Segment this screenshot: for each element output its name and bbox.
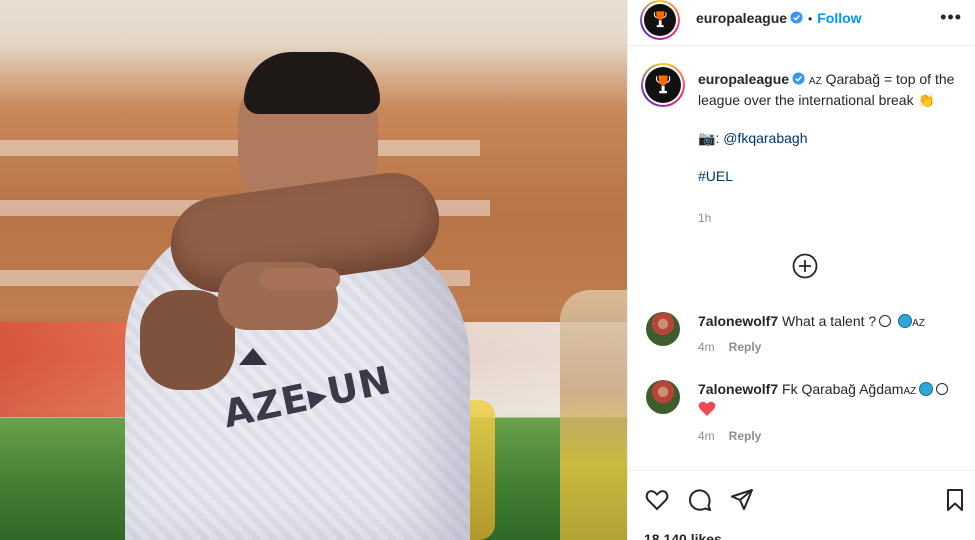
- kit-brand-logo: [239, 348, 267, 365]
- instagram-post-view: AZE▸UN europaleague • Follow ••• europal…: [0, 0, 975, 540]
- bookmark-icon[interactable]: [942, 487, 968, 513]
- hashtag-link[interactable]: #UEL: [698, 168, 733, 184]
- paper-plane-icon[interactable]: [729, 487, 755, 513]
- caption-hashtags: #UEL: [698, 167, 960, 186]
- likes-count[interactable]: 18,140 likes: [644, 531, 722, 540]
- white-circle-emoji: [936, 383, 949, 395]
- post-timestamp[interactable]: 1h: [698, 211, 711, 225]
- verified-badge-icon: [792, 72, 805, 85]
- commenter-avatar[interactable]: [646, 380, 680, 414]
- flag-az: AZ: [808, 76, 822, 87]
- reply-button[interactable]: Reply: [729, 340, 762, 354]
- flag-az: AZ: [903, 386, 917, 397]
- red-heart-emoji: [698, 401, 716, 416]
- pointing-finger: [260, 268, 340, 290]
- post-header: europaleague • Follow •••: [628, 0, 975, 46]
- comment-text: Fk Qarabağ Ağdam: [782, 381, 904, 397]
- blue-circle-emoji: [898, 314, 913, 328]
- comment-username[interactable]: 7alonewolf7: [698, 381, 778, 397]
- post-sidebar: europaleague • Follow ••• europaleague AZ …: [627, 0, 975, 540]
- caption-avatar[interactable]: [641, 63, 685, 107]
- more-options-icon[interactable]: •••: [940, 8, 962, 26]
- player-hair: [244, 52, 380, 114]
- heart-icon[interactable]: [644, 487, 670, 513]
- account-avatar[interactable]: [640, 0, 680, 40]
- separator-dot: •: [808, 12, 813, 26]
- post-photo[interactable]: AZE▸UN: [0, 0, 627, 540]
- photo-credit-mention[interactable]: @fkqarabagh: [723, 130, 807, 146]
- caption-username[interactable]: europaleague: [698, 71, 789, 87]
- comment-text: What a talent ?: [782, 313, 877, 329]
- commenter-avatar[interactable]: [646, 312, 680, 346]
- post-actions-bar: 18,140 likes: [628, 470, 975, 540]
- camera-icon: 📷: [698, 130, 716, 146]
- photo-credit: 📷: @fkqarabagh: [698, 129, 960, 148]
- comment-icon[interactable]: [687, 487, 713, 513]
- comment-time[interactable]: 4m: [698, 340, 715, 354]
- clapping-hands-emoji: 👏: [917, 92, 935, 108]
- comment-body: 7alonewolf7 What a talent ? AZ: [698, 312, 966, 333]
- caption-text: europaleague AZ Qarabağ = top of the lea…: [698, 70, 960, 110]
- reply-button[interactable]: Reply: [729, 429, 762, 443]
- comment-body: 7alonewolf7 Fk Qarabağ AğdamAZ: [698, 380, 966, 420]
- post-caption: europaleague AZ Qarabağ = top of the lea…: [698, 70, 960, 186]
- blue-circle-emoji: [919, 382, 934, 396]
- verified-badge-icon: [790, 11, 803, 24]
- white-circle-emoji: [879, 315, 892, 327]
- comment-time[interactable]: 4m: [698, 429, 715, 443]
- follow-button[interactable]: Follow: [817, 10, 861, 26]
- header-username[interactable]: europaleague: [696, 10, 787, 26]
- header-user-line: europaleague • Follow: [696, 10, 862, 26]
- trophy-icon: [653, 11, 667, 28]
- comment-meta: 4m Reply: [698, 340, 775, 354]
- trophy-icon: [655, 75, 671, 94]
- flag-az: AZ: [912, 318, 925, 329]
- background-player: [560, 290, 627, 540]
- plus-circle-icon[interactable]: [792, 253, 818, 279]
- comment-username[interactable]: 7alonewolf7: [698, 313, 778, 329]
- comment-meta: 4m Reply: [698, 429, 775, 443]
